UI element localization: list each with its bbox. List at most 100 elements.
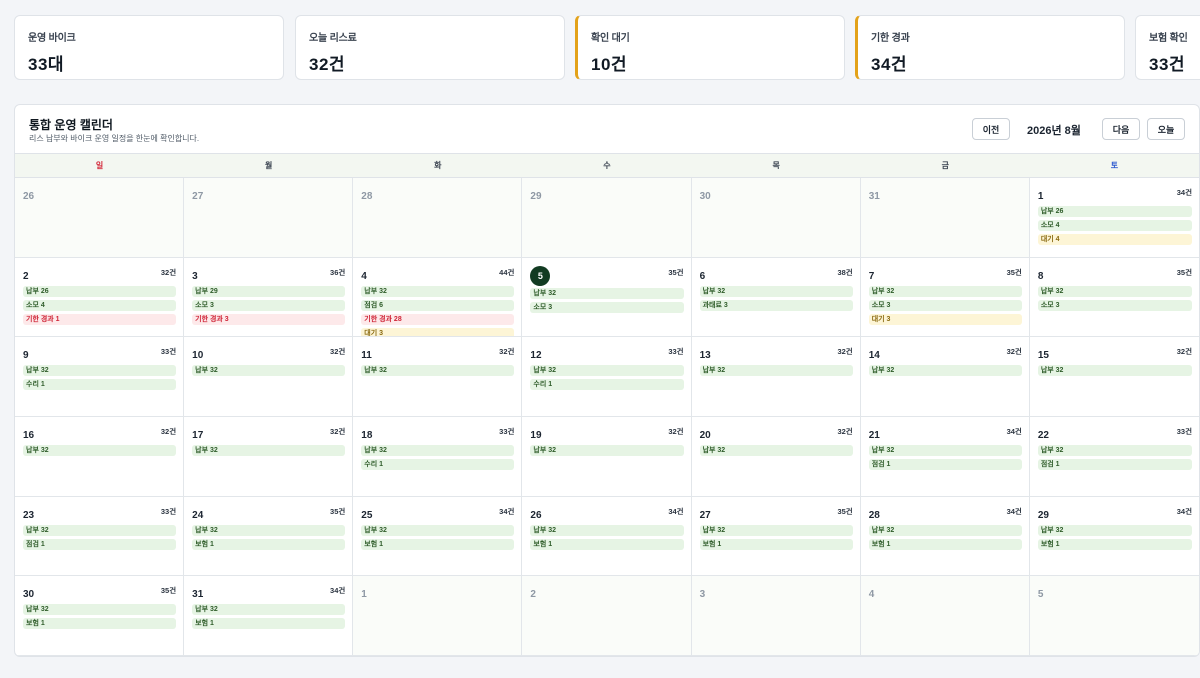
calendar-day-cell[interactable]: 5 35건 납부 32 소모 3	[522, 257, 692, 338]
event-chip[interactable]: 납부 32	[699, 365, 853, 377]
event-chip[interactable]: 소모 3	[192, 299, 346, 311]
event-chip[interactable]: 소모 4	[1037, 220, 1192, 231]
event-chip[interactable]: 대기 3	[868, 313, 1022, 325]
calendar-day-cell[interactable]: 4	[860, 576, 1030, 656]
event-chip[interactable]: 수리 1	[23, 379, 177, 391]
event-chip[interactable]: 납부 32	[530, 444, 684, 456]
event-chip[interactable]: 납부 29	[192, 285, 346, 297]
event-chip[interactable]: 납부 32	[1037, 285, 1192, 297]
calendar-day-cell[interactable]: 11 32건 납부 32	[353, 337, 523, 417]
event-chip[interactable]: 보험 1	[699, 538, 853, 550]
calendar-day-cell[interactable]: 27	[184, 178, 354, 258]
event-chip[interactable]: 납부 32	[23, 604, 177, 616]
calendar-day-cell[interactable]: 18 33건 납부 32 수리 1	[353, 416, 523, 497]
event-chip[interactable]: 소모 4	[23, 299, 177, 311]
event-chip[interactable]: 납부 32	[868, 444, 1022, 456]
event-chip[interactable]: 납부 32	[361, 285, 515, 297]
event-chip[interactable]: 보험 1	[361, 538, 515, 550]
stat-card-lease[interactable]: 오늘 리스료 32건	[295, 15, 565, 80]
calendar-day-cell[interactable]: 12 33건 납부 32 수리 1	[522, 337, 692, 417]
event-chip[interactable]: 납부 32	[699, 444, 853, 456]
event-chip[interactable]: 대기 4	[1037, 234, 1192, 245]
event-chip[interactable]: 납부 32	[23, 444, 177, 456]
prev-month-button[interactable]: 이전	[972, 118, 1010, 140]
calendar-day-cell[interactable]: 3	[691, 576, 861, 656]
event-chip[interactable]: 납부 26	[23, 285, 177, 297]
event-chip[interactable]: 납부 32	[23, 365, 177, 377]
stat-card-bikes[interactable]: 운영 바이크 33대	[14, 15, 284, 80]
calendar-day-cell[interactable]: 20 32건 납부 32	[691, 416, 861, 497]
calendar-day-cell[interactable]: 2 32건 납부 26 소모 4 기한 경과 1	[15, 257, 185, 338]
event-chip[interactable]: 대기 3	[361, 327, 515, 337]
event-chip[interactable]: 납부 32	[868, 285, 1022, 297]
calendar-day-cell[interactable]: 15 32건 납부 32	[1029, 337, 1199, 417]
event-chip[interactable]: 납부 32	[530, 524, 684, 536]
calendar-day-cell[interactable]: 30	[691, 178, 861, 258]
calendar-day-cell[interactable]: 19 32건 납부 32	[522, 416, 692, 497]
event-chip[interactable]: 납부 32	[192, 524, 346, 536]
calendar-day-cell[interactable]: 13 32건 납부 32	[691, 337, 861, 417]
calendar-day-cell[interactable]: 5	[1029, 576, 1199, 656]
calendar-day-cell[interactable]: 14 32건 납부 32	[860, 337, 1030, 417]
stat-card-pending[interactable]: 확인 대기 10건	[575, 15, 845, 80]
calendar-day-cell[interactable]: 16 32건 납부 32	[15, 416, 185, 497]
calendar-day-cell[interactable]: 25 34건 납부 32 보험 1	[353, 496, 523, 577]
event-chip[interactable]: 기한 경과 1	[23, 313, 177, 325]
event-chip[interactable]: 수리 1	[530, 379, 684, 391]
event-chip[interactable]: 보험 1	[192, 618, 346, 630]
event-chip[interactable]: 납부 32	[1037, 444, 1192, 456]
event-chip[interactable]: 보험 1	[868, 538, 1022, 550]
calendar-day-cell[interactable]: 9 33건 납부 32 수리 1	[15, 337, 185, 417]
calendar-day-cell[interactable]: 6 38건 납부 32 과태료 3	[691, 257, 861, 338]
event-chip[interactable]: 점검 1	[23, 538, 177, 550]
event-chip[interactable]: 납부 32	[699, 285, 853, 297]
calendar-day-cell[interactable]: 30 35건 납부 32 보험 1	[15, 576, 185, 656]
event-chip[interactable]: 보험 1	[192, 538, 346, 550]
event-chip[interactable]: 납부 32	[192, 365, 346, 377]
event-chip[interactable]: 납부 32	[1037, 365, 1192, 377]
event-chip[interactable]: 납부 32	[868, 365, 1022, 377]
event-chip[interactable]: 점검 6	[361, 299, 515, 311]
calendar-day-cell[interactable]: 28	[353, 178, 523, 258]
calendar-day-cell[interactable]: 28 34건 납부 32 보험 1	[860, 496, 1030, 577]
event-chip[interactable]: 납부 32	[530, 287, 684, 299]
event-chip[interactable]: 점검 1	[1037, 458, 1192, 470]
event-chip[interactable]: 보험 1	[23, 618, 177, 630]
event-chip[interactable]: 납부 32	[699, 524, 853, 536]
calendar-day-cell[interactable]: 2	[522, 576, 692, 656]
event-chip[interactable]: 소모 3	[868, 299, 1022, 311]
event-chip[interactable]: 납부 32	[23, 524, 177, 536]
stat-card-overdue[interactable]: 기한 경과 34건	[855, 15, 1125, 80]
event-chip[interactable]: 납부 32	[361, 365, 515, 377]
calendar-day-cell[interactable]: 1 34건 납부 26 소모 4 대기 4	[1029, 178, 1199, 258]
event-chip[interactable]: 점검 1	[868, 458, 1022, 470]
calendar-day-cell[interactable]: 17 32건 납부 32	[184, 416, 354, 497]
calendar-day-cell[interactable]: 3 36건 납부 29 소모 3 기한 경과 3	[184, 257, 354, 338]
calendar-day-cell[interactable]: 8 35건 납부 32 소모 3	[1029, 258, 1199, 338]
stat-card-insurance[interactable]: 보험 확인 33건	[1135, 15, 1200, 80]
event-chip[interactable]: 보험 1	[530, 538, 684, 550]
event-chip[interactable]: 납부 32	[1037, 524, 1192, 536]
event-chip[interactable]: 납부 32	[192, 604, 346, 616]
event-chip[interactable]: 보험 1	[1037, 538, 1192, 550]
event-chip[interactable]: 수리 1	[361, 458, 515, 470]
calendar-day-cell[interactable]: 31 34건 납부 32 보험 1	[184, 576, 354, 656]
calendar-day-cell[interactable]: 22 33건 납부 32 점검 1	[1029, 417, 1199, 497]
next-month-button[interactable]: 다음	[1102, 118, 1140, 140]
calendar-day-cell[interactable]: 23 33건 납부 32 점검 1	[15, 496, 185, 577]
today-button[interactable]: 오늘	[1147, 118, 1185, 140]
calendar-day-cell[interactable]: 26 34건 납부 32 보험 1	[522, 496, 692, 577]
calendar-day-cell[interactable]: 31	[860, 178, 1030, 258]
event-chip[interactable]: 납부 32	[192, 444, 346, 456]
event-chip[interactable]: 기한 경과 28	[361, 313, 515, 325]
event-chip[interactable]: 소모 3	[1037, 299, 1192, 311]
event-chip[interactable]: 납부 32	[868, 524, 1022, 536]
calendar-day-cell[interactable]: 10 32건 납부 32	[184, 337, 354, 417]
calendar-day-cell[interactable]: 7 35건 납부 32 소모 3 대기 3	[860, 257, 1030, 338]
calendar-day-cell[interactable]: 29	[522, 178, 692, 258]
event-chip[interactable]: 납부 32	[361, 444, 515, 456]
event-chip[interactable]: 기한 경과 3	[192, 313, 346, 325]
calendar-day-cell[interactable]: 1	[353, 576, 523, 656]
calendar-day-cell[interactable]: 29 34건 납부 32 보험 1	[1029, 497, 1199, 577]
calendar-day-cell[interactable]: 27 35건 납부 32 보험 1	[691, 496, 861, 577]
